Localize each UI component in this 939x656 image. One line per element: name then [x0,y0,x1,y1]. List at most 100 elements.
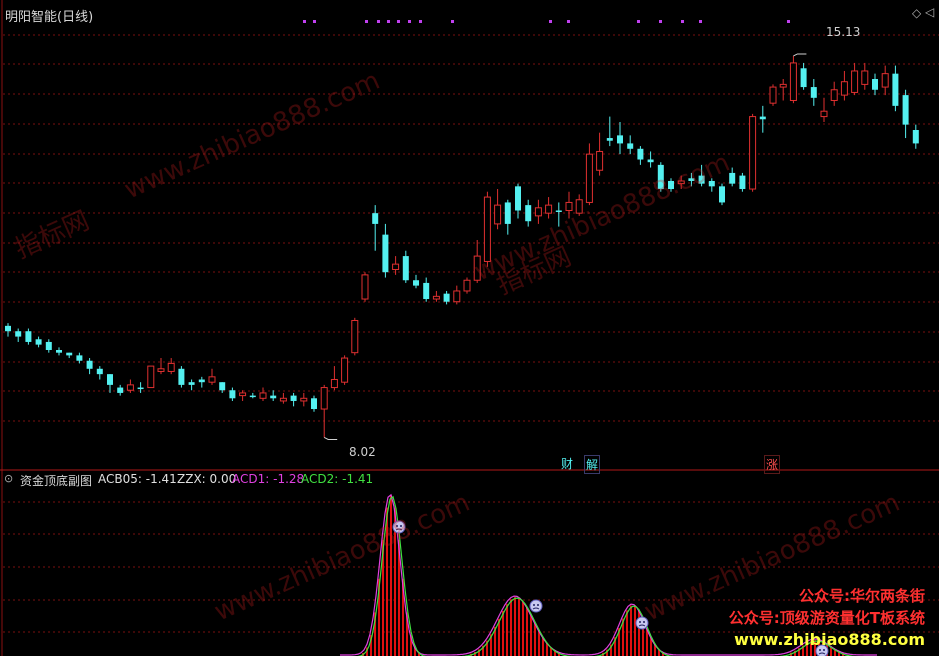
histogram-bar [534,622,536,656]
candle-body [769,86,777,104]
candle-body [219,382,226,391]
candle-body [402,256,409,281]
candle-body [86,360,93,369]
candle-body [912,130,919,144]
candle-body [810,87,817,98]
event-tag-rise[interactable]: 涨 [764,455,781,474]
histogram-bar [514,597,516,656]
candle-body [208,376,216,383]
candle-body [157,368,165,372]
promo-line-3: www.zhibiao888.com [734,630,925,649]
candle-body [637,148,644,160]
signal-dot [303,20,306,23]
candle-body [585,153,593,203]
candle-body [627,143,634,149]
candle-body [66,352,73,356]
low-marker [323,437,338,440]
candle-body [137,387,144,390]
candle-body [443,293,450,302]
candle-body [789,62,797,101]
candle-body [56,350,62,353]
candle-body [800,68,807,88]
candle-body [759,116,766,120]
candle-body [76,355,83,361]
candle-body [198,379,205,383]
candle-body [463,279,471,292]
candle-body [35,339,42,345]
candle-body [167,362,175,372]
histogram-bar [542,637,544,656]
histogram-bar [538,630,540,656]
indicator-zzx: ZZX: 0.00 [177,472,237,486]
candle-body [830,89,838,101]
signal-dot [787,20,790,23]
subpanel-title[interactable]: 资金顶底副图 [20,472,92,489]
candle-body [300,397,308,402]
face-eye [643,621,645,623]
candle-body [311,398,317,410]
candle-body [525,205,532,222]
candle-body [351,319,359,354]
histogram-bar [506,604,508,656]
candle-body [249,395,256,398]
candle-body [361,274,369,300]
promo-line-2: 公众号:顶级游资量化T板系统 [728,609,925,627]
candle-body [892,73,899,106]
candle-body [851,70,859,93]
candle-body [872,79,878,90]
indicator-acb05: ACB05: -1.41 [98,472,177,486]
face-eye [533,604,535,606]
histogram-bar [522,601,524,656]
candle-body [96,368,103,375]
histogram-bar [510,599,512,656]
face-eye [639,621,641,623]
candle-body [515,186,521,211]
candle-body [330,379,338,389]
candle-body [147,365,155,389]
candle-body [840,81,848,96]
candle-body [290,395,297,401]
candle-body [239,392,247,397]
candle-body [117,387,124,393]
histogram-bar [518,597,520,656]
candle-body [902,95,909,125]
candle-body [45,341,52,350]
signal-dot [365,20,368,23]
candle-body [107,374,113,385]
histogram-bar [630,605,632,656]
signal-dot [387,20,390,23]
candle-body [565,201,573,211]
expand-icon[interactable]: ◁ [925,5,934,19]
candle-body [494,204,502,225]
indicator-acd1: ACD1: -1.28 [232,472,305,486]
candle-body [617,135,623,144]
histogram-bar [634,605,636,656]
candle-body [739,175,746,190]
event-tag-finance[interactable]: 财 [561,455,573,472]
candle-body [178,368,185,385]
signal-dot [549,20,552,23]
sad-face-icon [529,599,543,613]
candle-body [15,331,22,337]
diamond-icon[interactable]: ◇ [912,6,921,20]
event-tag-unlock[interactable]: 解 [584,455,601,474]
candle-body [392,263,400,271]
signal-dot [659,20,662,23]
subpanel-collapse-icon[interactable]: ⊙ [4,472,13,485]
indicator-acd2: ACD2: -1.41 [301,472,374,486]
candle-body [861,70,869,85]
histogram-bar [502,610,504,656]
candle-body [5,325,11,332]
candle-body [432,295,440,300]
sad-face-icon [635,616,649,630]
signal-dot [567,20,570,23]
candle-body [453,290,461,303]
stock-title: 明阳智能(日线) [5,10,94,25]
low-price-label: 8.02 [349,445,376,459]
histogram-bar [530,614,532,656]
candle-body [279,397,287,402]
candle-body [229,390,236,399]
candle-body [270,395,277,399]
signal-dot [408,20,411,23]
signal-dot [419,20,422,23]
